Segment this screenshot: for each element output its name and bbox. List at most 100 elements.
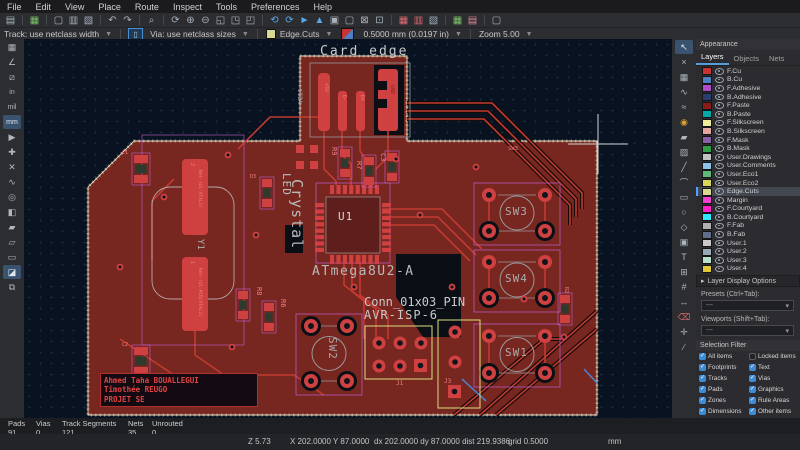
visibility-eye-icon[interactable]	[715, 248, 724, 255]
pad-display-button[interactable]: ◧	[3, 205, 21, 219]
tune-length-button[interactable]: ≈	[675, 100, 693, 114]
checkbox[interactable]	[749, 353, 756, 360]
active-layer-dropdown[interactable]: Edge.Cuts▼	[262, 29, 337, 40]
net-highlight-button[interactable]: ◎	[3, 190, 21, 204]
zoom-dropdown[interactable]: Zoom 5.00▼	[475, 29, 537, 40]
tb-flip-board-view-button[interactable]: ►	[298, 14, 311, 26]
visibility-eye-icon[interactable]	[715, 231, 724, 238]
layer-row-b.fab[interactable]: B.Fab	[696, 230, 800, 239]
layer-row-user.eco1[interactable]: User.Eco1	[696, 170, 800, 179]
menu-view[interactable]: View	[58, 2, 91, 12]
menu-edit[interactable]: Edit	[29, 2, 59, 12]
tb-redo-button[interactable]: ↷	[121, 14, 134, 26]
layer-row-b.paste[interactable]: B.Paste	[696, 110, 800, 119]
filter-dimensions[interactable]: ✓Dimensions	[699, 406, 749, 417]
layer-row-f.adhesive[interactable]: F.Adhesive	[696, 84, 800, 93]
tb-board-setup-button[interactable]: ▦	[28, 14, 41, 26]
units-mm-button[interactable]: mm	[3, 115, 21, 129]
layer-row-b.mask[interactable]: B.Mask	[696, 144, 800, 153]
place-image-button[interactable]: ▣	[675, 235, 693, 249]
tb-refresh-button[interactable]: ⟳	[169, 14, 182, 26]
checkbox[interactable]: ✓	[749, 408, 756, 415]
dimension-button[interactable]: ↔	[675, 295, 693, 309]
menu-route[interactable]: Route	[128, 2, 166, 12]
layer-row-f.silkscreen[interactable]: F.Silkscreen	[696, 119, 800, 128]
layer-row-b.silkscreen[interactable]: B.Silkscreen	[696, 127, 800, 136]
layer-row-user.comments[interactable]: User.Comments	[696, 162, 800, 171]
tb-rotate-ccw-button[interactable]: ⟲	[268, 14, 281, 26]
draw-circle-button[interactable]: ○	[675, 205, 693, 219]
draw-polygon-button[interactable]: ◇	[675, 220, 693, 234]
units-mils-button[interactable]: mil	[3, 100, 21, 114]
select-tool-button[interactable]: ↖	[675, 40, 693, 54]
tb-lock-button[interactable]: ⊠	[358, 14, 371, 26]
place-footprint-button[interactable]: ▦	[675, 70, 693, 84]
grid-origin-button[interactable]: ✛	[675, 325, 693, 339]
tb-save-button[interactable]: ▤	[4, 14, 17, 26]
tab-layers[interactable]: Layers	[696, 50, 729, 65]
ratsnest-curved-button[interactable]: ∿	[3, 175, 21, 189]
full-crosshair-button[interactable]: ✚	[3, 145, 21, 159]
zone-filled-button[interactable]: ▰	[3, 220, 21, 234]
menu-help[interactable]: Help	[307, 2, 340, 12]
zone-outline-button[interactable]: ▱	[3, 235, 21, 249]
polar-coords-button[interactable]: ∠	[3, 55, 21, 69]
tb-update-pcb-button[interactable]: ▤	[466, 14, 479, 26]
layer-row-user.2[interactable]: User.2	[696, 247, 800, 256]
menu-preferences[interactable]: Preferences	[244, 2, 307, 12]
visibility-eye-icon[interactable]	[715, 206, 724, 213]
drawing-sheet-button[interactable]: ⧄	[3, 70, 21, 84]
place-text-button[interactable]: T	[675, 250, 693, 264]
visibility-eye-icon[interactable]	[715, 137, 724, 144]
visibility-eye-icon[interactable]	[715, 111, 724, 118]
tb-footprint-editor-button[interactable]: ▦	[451, 14, 464, 26]
filter-tracks[interactable]: ✓Tracks	[699, 373, 749, 384]
tb-zoom-in-button[interactable]: ⊕	[184, 14, 197, 26]
visibility-eye-icon[interactable]	[715, 180, 724, 187]
layer-row-margin[interactable]: Margin	[696, 196, 800, 205]
tb-page-settings-button[interactable]: ▢	[52, 14, 65, 26]
layer-row-f.courtyard[interactable]: F.Courtyard	[696, 205, 800, 214]
tab-nets[interactable]: Nets	[764, 52, 789, 65]
tb-group-button[interactable]: ▣	[328, 14, 341, 26]
checkbox[interactable]: ✓	[699, 397, 706, 404]
tb-unlock-button[interactable]: ⊡	[373, 14, 386, 26]
checkbox[interactable]: ✓	[749, 364, 756, 371]
visibility-eye-icon[interactable]	[715, 188, 724, 195]
menu-file[interactable]: File	[0, 2, 29, 12]
layer-display-options[interactable]: ▸Layer Display Options	[696, 275, 800, 287]
inactive-layer-dim-button[interactable]: ◪	[3, 265, 21, 279]
filter-all-items[interactable]: ✓All items	[699, 351, 749, 362]
viewports-dropdown[interactable]: ---▾	[701, 325, 794, 336]
checkbox[interactable]: ✓	[749, 375, 756, 382]
filter-locked-items[interactable]: Locked items	[749, 351, 799, 362]
grid-toggle-button[interactable]: ▦	[3, 40, 21, 54]
tb-scripting-console-button[interactable]: ▢	[490, 14, 503, 26]
checkbox[interactable]: ✓	[699, 375, 706, 382]
tb-rotate-cw-button[interactable]: ⟳	[283, 14, 296, 26]
visibility-eye-icon[interactable]	[715, 240, 724, 247]
tb-mirror-button[interactable]: ▲	[313, 14, 326, 26]
visibility-eye-icon[interactable]	[715, 223, 724, 230]
delete-tool-button[interactable]: ⌫	[675, 310, 693, 324]
visibility-eye-icon[interactable]	[715, 85, 724, 92]
checkbox[interactable]: ✓	[699, 408, 706, 415]
filter-rule-areas[interactable]: ✓Rule Areas	[749, 395, 799, 406]
route-tracks-button[interactable]: ∿	[675, 85, 693, 99]
filter-zones[interactable]: ✓Zones	[699, 395, 749, 406]
layer-manager-toggle-button[interactable]: ⧉	[3, 280, 21, 294]
visibility-eye-icon[interactable]	[715, 257, 724, 264]
tb-3d-viewer-button[interactable]: ▧	[427, 14, 440, 26]
tb-print-button[interactable]: ▥	[67, 14, 80, 26]
draw-line-button[interactable]: ╱	[675, 160, 693, 174]
filter-footprints[interactable]: ✓Footprints	[699, 362, 749, 373]
checkbox[interactable]: ✓	[749, 386, 756, 393]
presets-dropdown[interactable]: ---▾	[701, 300, 794, 311]
filter-pads[interactable]: ✓Pads	[699, 384, 749, 395]
track-width-dropdown[interactable]: Track: use netclass width▼	[0, 29, 116, 40]
visibility-eye-icon[interactable]	[715, 102, 724, 109]
visibility-eye-icon[interactable]	[715, 77, 724, 84]
menu-place[interactable]: Place	[91, 2, 128, 12]
place-via-button[interactable]: ◉	[675, 115, 693, 129]
layer-row-f.fab[interactable]: F.Fab	[696, 222, 800, 231]
